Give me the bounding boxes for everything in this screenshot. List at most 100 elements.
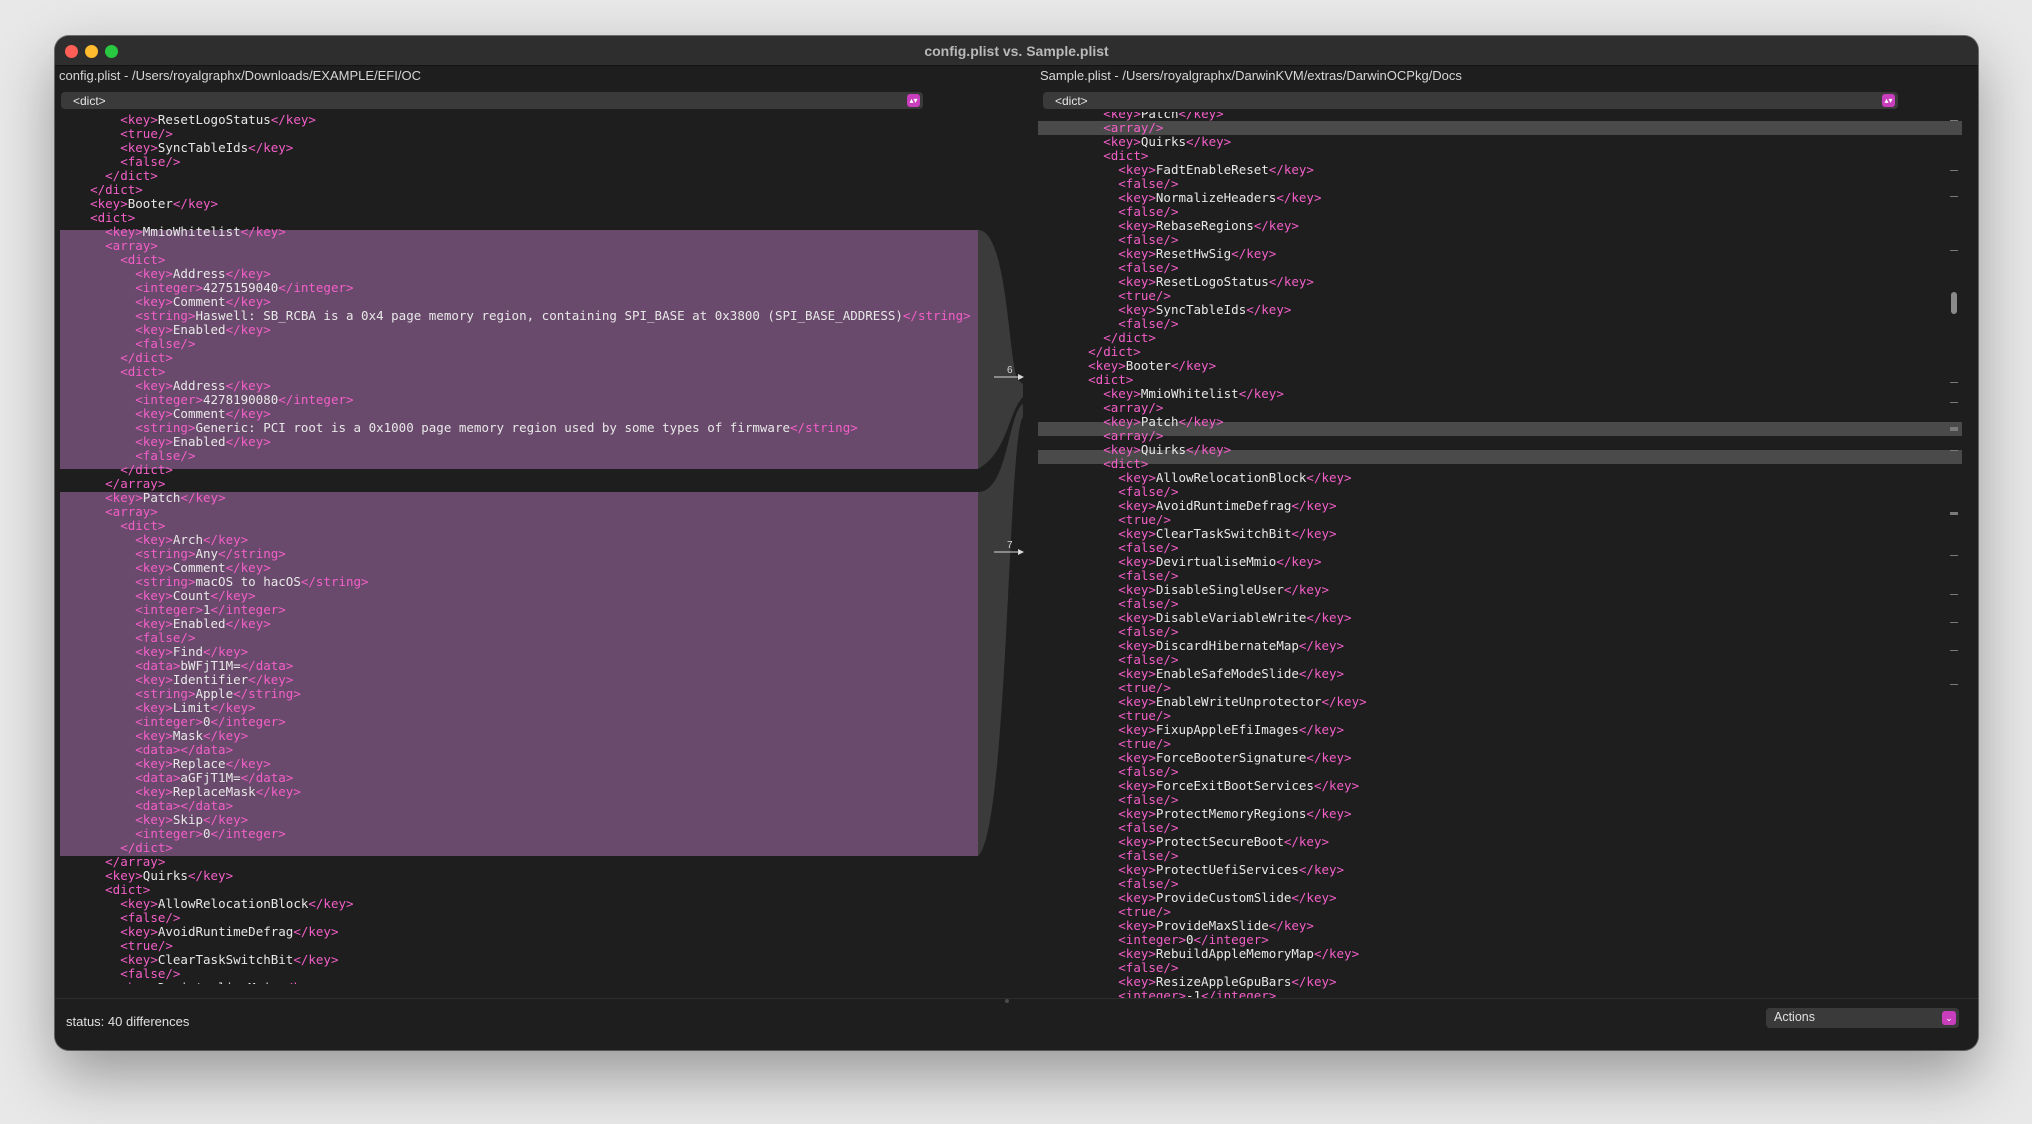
xml-value: 1 <box>203 602 211 617</box>
xml-value: Enabled <box>172 322 226 337</box>
code-line: <key>ProtectSecureBoot</key> <box>1038 835 1367 849</box>
right-node-selector[interactable]: <dict> ▴▾ <box>1043 92 1898 109</box>
code-line: <key>Limit</key> <box>55 701 971 715</box>
xml-value: Apple <box>195 686 234 701</box>
xml-tag: </array> <box>105 476 166 491</box>
xml-tag: <integer> <box>135 602 203 617</box>
code-line: <false/> <box>1038 205 1367 219</box>
code-line: <key>MmioWhitelist</key> <box>1038 387 1367 401</box>
xml-tag: <false/> <box>1118 232 1179 247</box>
actions-menu[interactable]: Actions ⌄ <box>1766 1008 1959 1028</box>
code-line: <key>Comment</key> <box>55 407 971 421</box>
vertical-scrollbar[interactable] <box>1951 292 1957 314</box>
diff-connector <box>978 404 1023 856</box>
code-line: <false/> <box>1038 849 1367 863</box>
left-node-selector[interactable]: <dict> ▴▾ <box>61 92 923 109</box>
xml-tag: <key> <box>135 266 173 281</box>
xml-tag: </key> <box>1268 918 1314 933</box>
xml-tag: <key> <box>120 140 158 155</box>
xml-tag: <key> <box>1118 750 1156 765</box>
xml-tag: </data> <box>180 798 234 813</box>
xml-tag: <string> <box>135 308 196 323</box>
status-bar <box>55 998 1978 1050</box>
xml-tag: <key> <box>1118 722 1156 737</box>
xml-tag: <key> <box>1118 806 1156 821</box>
code-line: <key>ProtectUefiServices</key> <box>1038 863 1367 877</box>
selector-arrow-icon: ▴▾ <box>907 94 920 107</box>
xml-tag: </key> <box>1313 946 1360 961</box>
xml-tag: <key> <box>135 812 173 827</box>
code-line: <key>DevirtualiseMmio</key> <box>1038 555 1367 569</box>
xml-tag: </key> <box>210 700 256 715</box>
code-line: <key>ResetLogoStatus</key> <box>1038 275 1367 289</box>
code-line: <dict> <box>55 253 971 267</box>
right-code-pane[interactable]: <key>Patch</key> <array/> <key>Quirks</k… <box>1038 112 1962 998</box>
code-line: <key>Quirks</key> <box>55 869 971 883</box>
diff-overview-mark <box>1950 555 1958 556</box>
code-line: <false/> <box>1038 821 1367 835</box>
xml-value: ResizeAppleGpuBars <box>1155 974 1292 989</box>
xml-value: Booter <box>127 196 173 211</box>
code-line: <key>ProtectMemoryRegions</key> <box>1038 807 1367 821</box>
xml-tag: </key> <box>1238 386 1284 401</box>
xml-tag: </key> <box>240 224 286 239</box>
xml-value: RebuildAppleMemoryMap <box>1155 946 1314 961</box>
code-line: <key>Enabled</key> <box>55 617 971 631</box>
diff-overview-mark <box>1950 594 1958 595</box>
xml-value: Skip <box>172 812 204 827</box>
code-line: </dict> <box>55 841 971 855</box>
xml-tag: <key> <box>135 616 173 631</box>
code-line: <array/> <box>1038 121 1367 135</box>
xml-value: 0 <box>203 714 211 729</box>
left-code-pane[interactable]: <key>ResetLogoStatus</key> <true/> <key>… <box>55 112 978 984</box>
xml-tag: <false/> <box>1118 624 1179 639</box>
xml-tag: </dict> <box>105 168 158 183</box>
xml-tag: <data> <box>135 658 181 673</box>
code-line: <string>macOS to hacOS</string> <box>55 575 971 589</box>
xml-tag: <integer> <box>1118 932 1186 947</box>
xml-value: Haswell: SB_RCBA is a 0x4 page memory re… <box>195 308 903 323</box>
xml-tag: <key> <box>135 756 173 771</box>
code-line: <dict> <box>55 883 971 897</box>
xml-tag: </key> <box>172 196 219 211</box>
xml-value: Comment <box>172 560 226 575</box>
xml-tag: </key> <box>1291 974 1337 989</box>
code-line: <key>Enabled</key> <box>55 323 971 337</box>
code-line: <key>Enabled</key> <box>55 435 971 449</box>
code-line: </array> <box>55 855 971 869</box>
xml-tag: <false/> <box>1118 540 1179 555</box>
code-line: <dict> <box>55 519 971 533</box>
code-line: <key>Address</key> <box>55 379 971 393</box>
code-line: <false/> <box>55 155 971 169</box>
code-line: <false/> <box>1038 597 1367 611</box>
code-line: <key>ProvideMaxSlide</key> <box>1038 919 1367 933</box>
xml-tag: </key> <box>1276 554 1322 569</box>
code-line: <true/> <box>1038 709 1367 723</box>
code-line: <key>NormalizeHeaders</key> <box>1038 191 1367 205</box>
code-line: <key>Find</key> <box>55 645 971 659</box>
xml-tag: <true/> <box>1118 708 1171 723</box>
xml-tag: <dict> <box>1103 148 1149 163</box>
xml-value: Quirks <box>142 868 188 883</box>
code-line: <key>Quirks</key> <box>1038 135 1367 149</box>
code-line: <key>Comment</key> <box>55 295 971 309</box>
xml-tag: <key> <box>1103 134 1141 149</box>
xml-tag: <key> <box>1118 470 1156 485</box>
xml-tag: <false/> <box>1118 876 1179 891</box>
split-handle[interactable] <box>1005 999 1009 1003</box>
xml-tag: <data> <box>135 742 181 757</box>
code-line: <key>AllowRelocationBlock</key> <box>55 897 971 911</box>
xml-tag: </key> <box>1186 134 1232 149</box>
xml-tag: <key> <box>1118 946 1156 961</box>
xml-value: AllowRelocationBlock <box>1155 470 1307 485</box>
xml-tag: <key> <box>1118 638 1156 653</box>
diff-overview-mark <box>1950 450 1958 451</box>
xml-tag: </key> <box>248 672 294 687</box>
xml-value: EnableWriteUnprotector <box>1155 694 1322 709</box>
code-line: <string>Any</string> <box>55 547 971 561</box>
xml-value: RebaseRegions <box>1155 218 1254 233</box>
xml-value: Limit <box>172 700 211 715</box>
xml-tag: <false/> <box>1118 260 1179 275</box>
xml-tag: </key> <box>1178 112 1224 121</box>
code-line: <false/> <box>1038 317 1367 331</box>
